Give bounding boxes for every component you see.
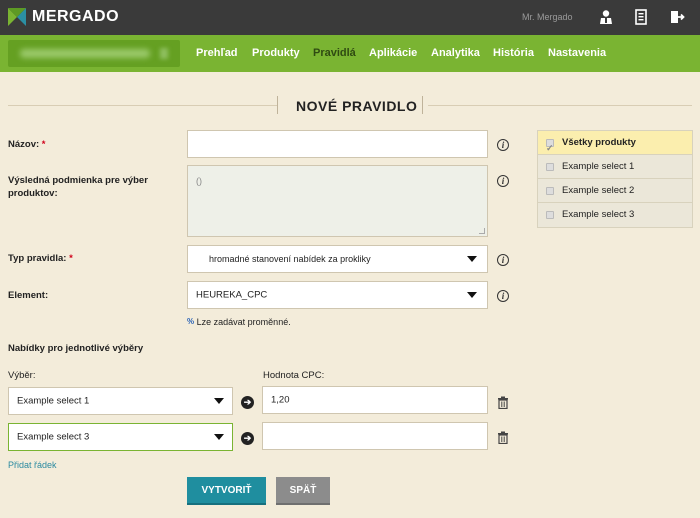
cpc-value: 1,20 [271, 394, 290, 406]
arrow-right-icon: ➔ [241, 432, 254, 445]
value-column-label: Hodnota CPC: [263, 370, 325, 381]
selection-select[interactable]: Example select 3 [8, 423, 233, 451]
selection-column-label: Výběr: [8, 370, 36, 381]
rule-type-select[interactable]: hromadné stanovení nabídek za prokliky [187, 245, 488, 273]
checkbox-icon[interactable] [546, 211, 554, 219]
chevron-down-icon [467, 292, 477, 298]
selection-item[interactable]: Example select 3 [538, 203, 692, 227]
rule-type-value: hromadné stanovení nabídek za prokliky [209, 254, 371, 264]
trash-icon[interactable] [497, 396, 509, 409]
cpc-value-input[interactable] [262, 422, 488, 450]
nav-item-historia[interactable]: História [493, 47, 534, 59]
element-hint: % Lze zadávat proměnné. [187, 317, 291, 327]
chevron-down-icon [214, 434, 224, 440]
selection-item-label: Example select 2 [562, 185, 635, 196]
element-value: HEUREKA_CPC [196, 289, 268, 301]
checkbox-icon[interactable] [546, 163, 554, 171]
cpc-value-input[interactable]: 1,20 [262, 386, 488, 414]
selection-item[interactable]: Example select 1 [538, 155, 692, 179]
chevron-down-icon [467, 256, 477, 262]
heading-tick-left [277, 96, 278, 114]
element-label: Element: [8, 290, 49, 301]
info-icon[interactable]: i [497, 290, 509, 302]
logout-icon[interactable] [669, 9, 685, 25]
logo[interactable]: MERGADO [8, 8, 119, 26]
info-icon[interactable]: i [497, 175, 509, 187]
shop-selector[interactable] [8, 40, 180, 67]
variable-icon: % [187, 317, 195, 326]
checkbox-icon[interactable] [546, 136, 554, 160]
page-title: NOVÉ PRAVIDLO [296, 98, 418, 114]
back-button[interactable]: SPÄŤ [276, 477, 330, 505]
nav-item-analytika[interactable]: Analytika [431, 47, 480, 59]
selection-select[interactable]: Example select 1 [8, 387, 233, 415]
heading-tick-right [422, 96, 423, 114]
create-button[interactable]: VYTVORIŤ [187, 477, 266, 505]
selection-item-all-products[interactable]: Všetky produkty [538, 131, 692, 160]
user-icon[interactable] [598, 9, 614, 25]
resize-handle-icon[interactable] [479, 228, 485, 234]
name-label: Názov: * [8, 139, 46, 150]
element-select[interactable]: HEUREKA_CPC [187, 281, 488, 309]
info-icon[interactable]: i [497, 139, 509, 151]
heading-divider-right [428, 105, 692, 106]
nav-item-aplikacie[interactable]: Aplikácie [369, 47, 417, 59]
logo-text: MERGADO [32, 8, 120, 25]
nav-item-pravidla[interactable]: Pravidlá [313, 47, 356, 59]
condition-textarea[interactable]: () [187, 165, 488, 237]
offers-heading: Nabídky pro jednotlivé výběry [8, 343, 144, 354]
selection-item[interactable]: Example select 2 [538, 179, 692, 203]
top-bar: MERGADO Mr. Mergado [0, 0, 700, 35]
selection-item-label: Example select 1 [562, 161, 635, 172]
heading-divider-left [8, 105, 278, 106]
chevron-down-icon [214, 398, 224, 404]
selection-value: Example select 1 [17, 395, 90, 407]
condition-value: () [196, 176, 202, 186]
selection-item-label: Všetky produkty [562, 137, 636, 148]
trash-icon[interactable] [497, 431, 509, 444]
rule-type-label: Typ pravidla: * [8, 253, 73, 264]
checkbox-icon[interactable] [546, 187, 554, 195]
selection-list: Všetky produkty Example select 1 Example… [537, 130, 693, 228]
selection-item-label: Example select 3 [562, 209, 635, 220]
arrow-right-icon: ➔ [241, 396, 254, 409]
selection-value: Example select 3 [17, 431, 90, 443]
nav-item-prehlad[interactable]: Prehľad [196, 47, 238, 59]
name-input[interactable] [187, 130, 488, 158]
nav-item-nastavenia[interactable]: Nastavenia [548, 47, 606, 59]
logo-icon [8, 8, 26, 26]
shop-icon-blurred [160, 48, 168, 59]
add-row-link[interactable]: Přidat řádek [8, 460, 57, 470]
shop-name-blurred [20, 49, 150, 58]
nav-item-produkty[interactable]: Produkty [252, 47, 300, 59]
user-name[interactable]: Mr. Mergado [522, 12, 573, 22]
document-icon[interactable] [633, 9, 649, 25]
info-icon[interactable]: i [497, 254, 509, 266]
condition-label: Výsledná podmienka pre výber produktov: [8, 175, 148, 199]
